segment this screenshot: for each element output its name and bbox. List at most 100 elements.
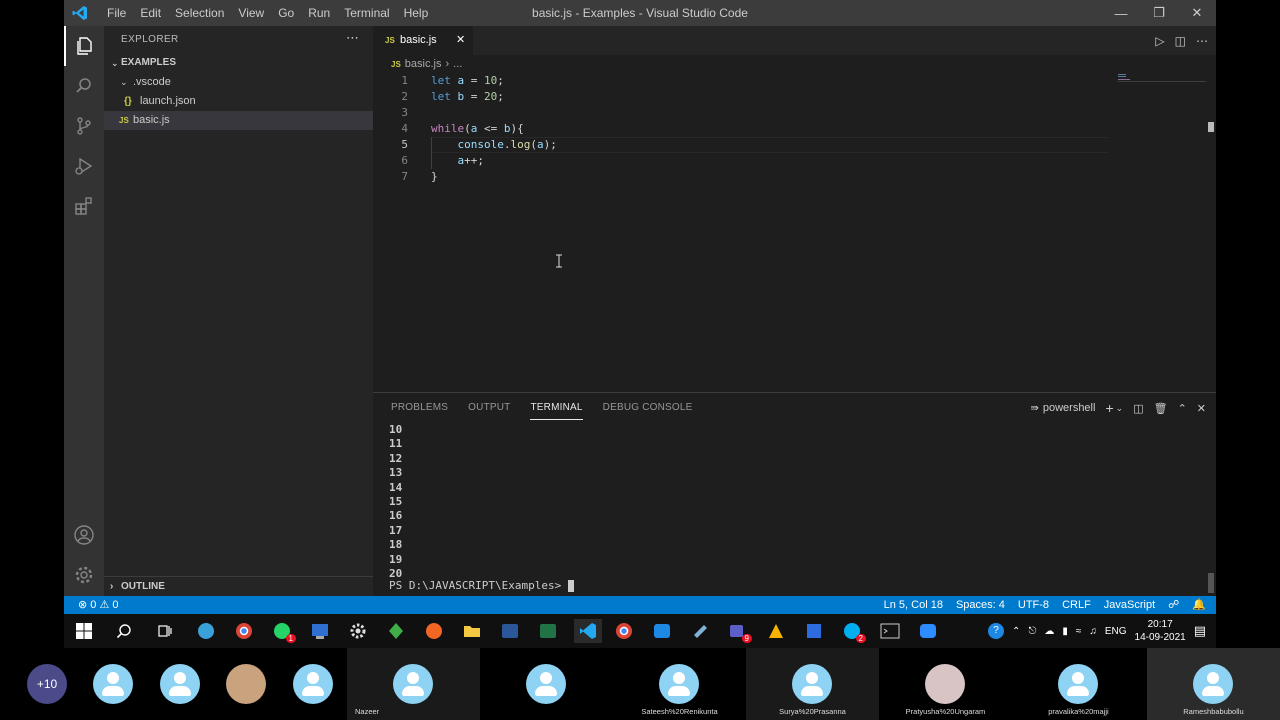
extensions-icon[interactable] bbox=[64, 186, 104, 226]
settings-gear-icon[interactable] bbox=[346, 619, 370, 643]
tree-item-basic-js[interactable]: JS basic.js bbox=[104, 111, 373, 130]
chevron-up-icon[interactable]: ⌃ bbox=[1012, 626, 1020, 637]
battery-icon[interactable]: ▮ bbox=[1062, 626, 1068, 637]
participant-tile[interactable]: Sateesh%20Renikunta bbox=[613, 648, 746, 720]
problems-status[interactable]: ⊗ 0 ⚠ 0 bbox=[78, 596, 119, 614]
whatsapp-icon[interactable]: 1 bbox=[270, 619, 296, 643]
cursor-position[interactable]: Ln 5, Col 18 bbox=[884, 596, 943, 614]
menu-go[interactable]: Go bbox=[271, 0, 301, 26]
feedback-icon[interactable]: ☍ bbox=[1168, 596, 1179, 614]
tab-basic-js[interactable]: JS basic.js ✕ bbox=[373, 26, 473, 55]
indentation[interactable]: Spaces: 4 bbox=[956, 596, 1005, 614]
minimap[interactable] bbox=[1118, 74, 1206, 82]
line-ending[interactable]: CRLF bbox=[1062, 596, 1091, 614]
menu-selection[interactable]: Selection bbox=[168, 0, 231, 26]
vscode-taskbar-icon[interactable] bbox=[574, 619, 602, 643]
teams-icon[interactable]: 9 bbox=[726, 619, 752, 643]
encoding[interactable]: UTF-8 bbox=[1018, 596, 1049, 614]
terminal-output[interactable]: 10 11 12 13 14 15 16 17 18 19 20 bbox=[389, 423, 1199, 581]
trash-icon[interactable]: 🗑 bbox=[1154, 402, 1168, 415]
tree-item-vscode-folder[interactable]: ⌄ .vscode bbox=[104, 73, 373, 92]
participant-tile[interactable]: Nazeer bbox=[347, 648, 480, 720]
close-tab-icon[interactable]: ✕ bbox=[456, 26, 465, 55]
close-window-icon[interactable]: ✕ bbox=[1178, 0, 1216, 26]
action-center-icon[interactable]: ▤ bbox=[1194, 623, 1206, 639]
participant-tile[interactable] bbox=[293, 648, 333, 720]
windows-start-icon[interactable] bbox=[72, 619, 96, 643]
tab-terminal[interactable]: TERMINAL bbox=[530, 393, 583, 423]
breadcrumb-file[interactable]: basic.js bbox=[405, 58, 442, 70]
input-language[interactable]: ENG bbox=[1105, 626, 1127, 637]
help-icon[interactable]: ? bbox=[988, 623, 1005, 639]
edge-browser-icon[interactable] bbox=[194, 619, 218, 643]
tree-item-launch-json[interactable]: {} launch.json bbox=[104, 92, 373, 111]
close-panel-icon[interactable]: ✕ bbox=[1197, 402, 1206, 415]
notifications-bell-icon[interactable]: 🔔 bbox=[1192, 596, 1206, 614]
participant-tile[interactable]: Pratyusha%20Ungaram bbox=[879, 648, 1012, 720]
command-prompt-icon[interactable] bbox=[878, 619, 902, 643]
source-control-icon[interactable] bbox=[64, 106, 104, 146]
terminal-scrollbar[interactable] bbox=[1208, 573, 1214, 593]
onedrive-cloud-icon[interactable]: ☁ bbox=[1044, 626, 1054, 637]
menu-help[interactable]: Help bbox=[397, 0, 436, 26]
menu-terminal[interactable]: Terminal bbox=[337, 0, 396, 26]
file-explorer-icon[interactable] bbox=[460, 619, 484, 643]
participant-tile[interactable] bbox=[160, 648, 200, 720]
editor-scrollbar[interactable] bbox=[1208, 122, 1214, 132]
volume-icon[interactable]: ♫ bbox=[1089, 626, 1097, 637]
word-icon[interactable] bbox=[498, 619, 522, 643]
participant-tile[interactable] bbox=[93, 648, 133, 720]
menu-run[interactable]: Run bbox=[301, 0, 337, 26]
chrome-icon[interactable] bbox=[232, 619, 256, 643]
participant-tile[interactable]: Surya%20Prasanna bbox=[746, 648, 879, 720]
task-view-icon[interactable] bbox=[153, 619, 177, 643]
network-app-icon[interactable] bbox=[308, 619, 332, 643]
manage-gear-icon[interactable] bbox=[64, 555, 104, 595]
chevron-down-icon[interactable]: ⌄ bbox=[1116, 403, 1124, 414]
more-actions-icon[interactable]: ⋯ bbox=[346, 30, 359, 46]
participant-tile[interactable]: pravalika%20majji bbox=[1012, 648, 1145, 720]
menu-edit[interactable]: Edit bbox=[133, 0, 168, 26]
menu-file[interactable]: File bbox=[100, 0, 133, 26]
drawing-app-icon[interactable] bbox=[764, 619, 788, 643]
shell-selector[interactable]: powershell bbox=[1043, 402, 1096, 414]
media-player-icon[interactable] bbox=[650, 619, 674, 643]
participant-tile[interactable]: Rameshbabubollu bbox=[1147, 648, 1280, 720]
new-terminal-icon[interactable]: + bbox=[1105, 400, 1113, 416]
language-mode[interactable]: JavaScript bbox=[1104, 596, 1155, 614]
more-participants-button[interactable]: +10 bbox=[27, 664, 67, 704]
minimize-icon[interactable]: — bbox=[1102, 0, 1140, 26]
brave-app-icon[interactable] bbox=[422, 619, 446, 643]
tab-problems[interactable]: PROBLEMS bbox=[391, 393, 448, 423]
more-actions-icon[interactable]: ⋯ bbox=[1196, 34, 1208, 48]
explorer-icon[interactable] bbox=[64, 26, 104, 66]
run-debug-icon[interactable] bbox=[64, 146, 104, 186]
participant-tile[interactable] bbox=[480, 648, 613, 720]
participant-tile[interactable] bbox=[226, 648, 266, 720]
folder-section-header[interactable]: ⌄ EXAMPLES bbox=[104, 54, 373, 72]
tab-debug-console[interactable]: DEBUG CONSOLE bbox=[603, 393, 693, 423]
search-icon[interactable] bbox=[112, 619, 136, 643]
run-icon[interactable]: ▷ bbox=[1155, 34, 1164, 48]
chrome-profile-icon[interactable] bbox=[612, 619, 636, 643]
accounts-icon[interactable] bbox=[64, 515, 104, 555]
meeting-icon[interactable]: ⎋ bbox=[1028, 626, 1036, 637]
clock[interactable]: 20:17 14-09-2021 bbox=[1135, 618, 1186, 644]
menu-view[interactable]: View bbox=[231, 0, 271, 26]
code-editor[interactable]: 1 let a = 10; 2 let b = 20; 3 4 while(a … bbox=[373, 73, 1216, 393]
notes-app-icon[interactable] bbox=[688, 619, 712, 643]
terminal-prompt[interactable]: PS D:\JAVASCRIPT\Examples> bbox=[389, 579, 574, 592]
restore-icon[interactable]: ❐ bbox=[1140, 0, 1178, 26]
vpn-app-icon[interactable] bbox=[384, 619, 408, 643]
snipping-tool-icon[interactable] bbox=[802, 619, 826, 643]
wifi-icon[interactable]: ≈ bbox=[1076, 626, 1082, 637]
search-icon[interactable] bbox=[64, 66, 104, 106]
split-terminal-icon[interactable]: ◫ bbox=[1133, 402, 1143, 415]
breadcrumb-symbol[interactable]: ... bbox=[453, 58, 462, 70]
split-editor-icon[interactable]: ◫ bbox=[1175, 34, 1186, 48]
maximize-panel-icon[interactable]: ⌃ bbox=[1178, 402, 1187, 415]
tab-output[interactable]: OUTPUT bbox=[468, 393, 510, 423]
zoom-icon[interactable] bbox=[916, 619, 940, 643]
excel-icon[interactable] bbox=[536, 619, 560, 643]
skype-icon[interactable]: 2 bbox=[840, 619, 866, 643]
